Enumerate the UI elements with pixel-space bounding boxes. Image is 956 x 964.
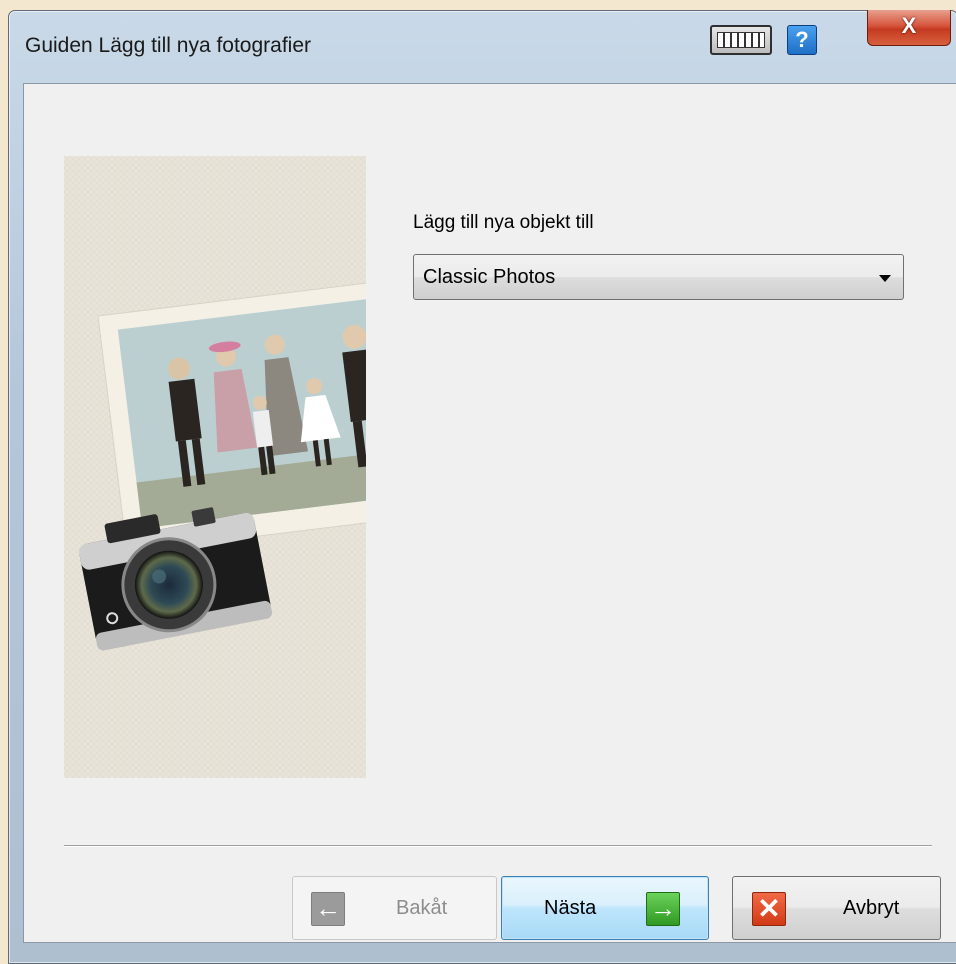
cancel-button[interactable]: ✕ Avbryt	[732, 876, 941, 940]
close-button[interactable]: X	[867, 10, 951, 46]
destination-instruction: Lägg till nya objekt till	[413, 212, 594, 233]
arrow-right-icon: →	[646, 892, 680, 926]
arrow-left-icon: ←	[311, 892, 345, 926]
collection-dropdown[interactable]: Classic Photos	[413, 254, 904, 300]
keyboard-icon[interactable]	[710, 25, 772, 55]
wizard-window: Guiden Lägg till nya fotografier ? X Läg…	[8, 10, 956, 964]
cancel-button-label: Avbryt	[843, 897, 900, 919]
family-photo-camera-illustration	[64, 156, 366, 778]
next-button-label: Nästa	[544, 897, 597, 919]
divider	[64, 845, 932, 847]
red-x-icon: ✕	[752, 892, 786, 926]
title-bar: Guiden Lägg till nya fotografier ? X	[9, 10, 956, 81]
collection-dropdown-value: Classic Photos	[423, 266, 556, 288]
wizard-body: Lägg till nya objekt till Classic Photos…	[23, 83, 956, 943]
back-button-label: Bakåt	[396, 897, 448, 919]
window-title: Guiden Lägg till nya fotografier	[25, 34, 312, 57]
chevron-down-icon	[879, 275, 891, 282]
next-button[interactable]: Nästa →	[501, 876, 709, 940]
close-icon: X	[901, 13, 917, 38]
back-button[interactable]: ← Bakåt	[292, 876, 497, 940]
help-icon[interactable]: ?	[787, 25, 817, 55]
